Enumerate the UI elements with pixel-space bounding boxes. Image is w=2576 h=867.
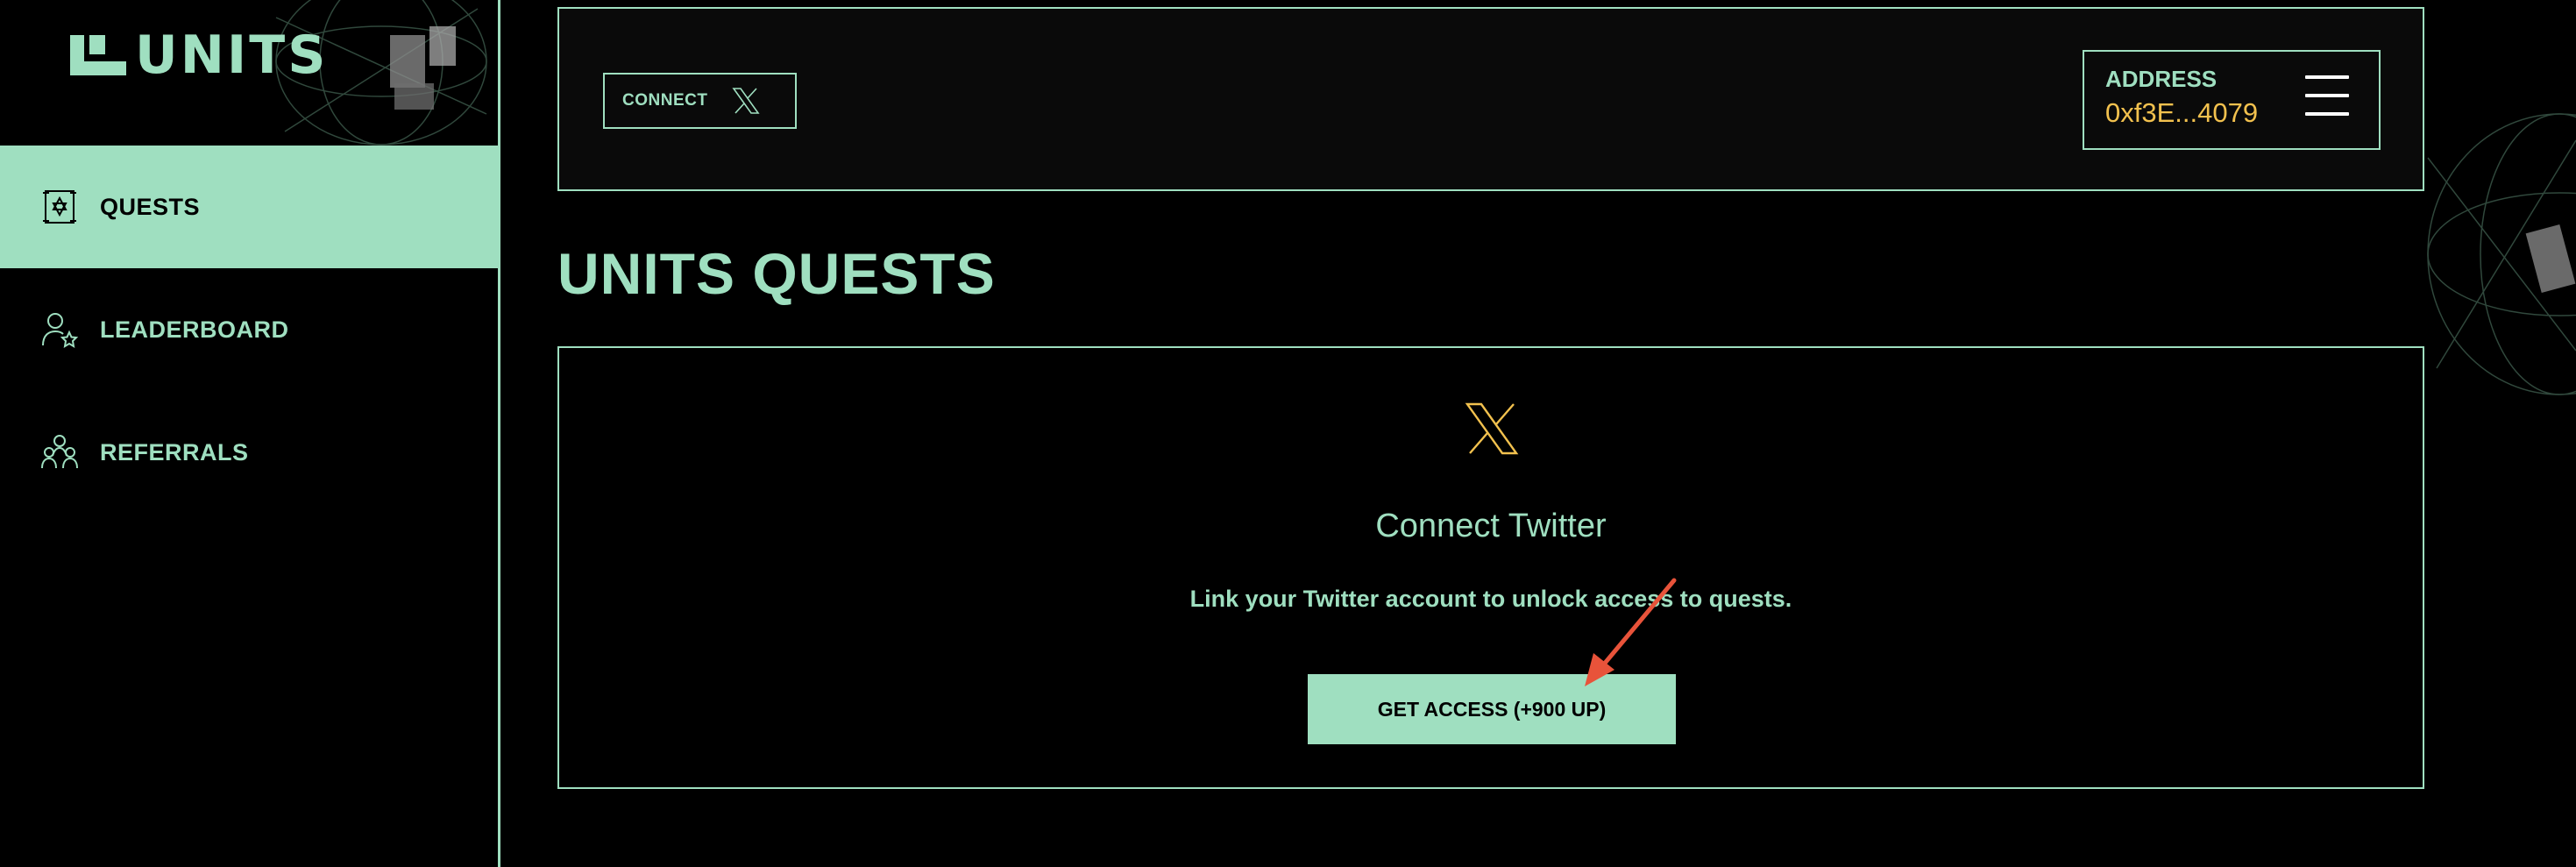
sidebar-item-leaderboard[interactable]: LEADERBOARD — [0, 268, 498, 391]
sidebar-nav: QUESTS LEADERBOARD REFERRALS — [0, 146, 498, 514]
sidebar: UNITS QUESTS LEADERBOARD REFERRALS — [0, 0, 500, 867]
connect-label: CONNECT — [622, 91, 708, 110]
page-title: UNITS QUESTS — [557, 241, 996, 306]
quest-title: Connect Twitter — [1375, 508, 1607, 544]
sidebar-item-referrals[interactable]: REFERRALS — [0, 391, 498, 514]
quest-description: Link your Twitter account to unlock acce… — [1189, 586, 1792, 612]
sidebar-item-label: LEADERBOARD — [100, 316, 289, 343]
sidebar-item-label: QUESTS — [100, 193, 201, 220]
referrals-icon — [40, 433, 79, 472]
units-logo-icon — [70, 35, 126, 75]
background-decoration — [2427, 113, 2576, 395]
logo-text: UNITS — [135, 25, 329, 86]
connect-x-button[interactable]: CONNECT — [603, 73, 797, 129]
hamburger-menu-icon[interactable] — [2305, 75, 2349, 119]
leaderboard-icon — [40, 310, 79, 349]
get-access-button[interactable]: GET ACCESS (+900 UP) — [1308, 674, 1676, 744]
top-header: CONNECT ADDRESS 0xf3E...4079 — [557, 7, 2424, 191]
wallet-address-box[interactable]: ADDRESS 0xf3E...4079 — [2083, 50, 2381, 150]
logo[interactable]: UNITS — [70, 25, 329, 86]
sidebar-item-label: REFERRALS — [100, 438, 249, 465]
app-root: UNITS QUESTS LEADERBOARD REFERRALS CONNE… — [0, 0, 2576, 867]
x-logo-icon — [732, 88, 761, 114]
x-logo-icon — [1464, 401, 1520, 457]
quest-icon — [40, 188, 79, 226]
sidebar-item-quests[interactable]: QUESTS — [0, 146, 498, 268]
quest-card: Connect Twitter Link your Twitter accoun… — [557, 346, 2424, 789]
